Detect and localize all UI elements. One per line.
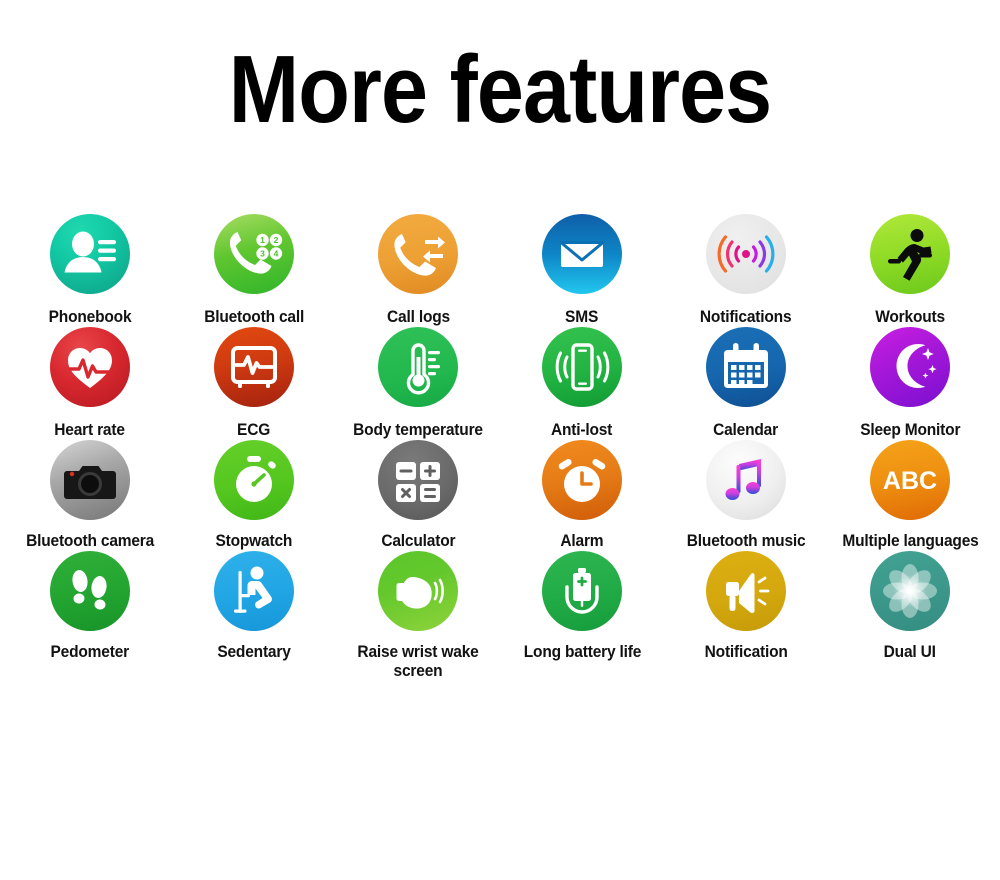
raised-wrist-icon [378,551,458,631]
calculator-keys-icon [378,440,458,520]
feature-item-dual-ui[interactable]: Dual UI [828,551,992,681]
feature-label: Bluetooth camera [25,532,154,550]
feature-item-bluetooth-camera[interactable]: Bluetooth camera [8,440,172,551]
heart-pulse-icon [50,327,130,407]
feature-item-alarm[interactable]: Alarm [500,440,664,551]
feature-item-pedometer[interactable]: Pedometer [8,551,172,681]
abc-label: ABC [883,467,937,495]
feature-label: Stopwatch [215,532,293,550]
keypad-digit-4: 4 [274,249,279,259]
feature-item-sleep-monitor[interactable]: Sleep Monitor [828,327,992,440]
signal-waves-icon [706,214,786,294]
feature-item-sms[interactable]: SMS [500,214,664,327]
footprints-icon [50,551,130,631]
moon-stars-icon [870,327,950,407]
feature-label: Sleep Monitor [859,421,961,439]
feature-item-long-battery-life[interactable]: Long battery life [500,551,664,681]
keypad-digit-2: 2 [274,235,279,245]
music-note-icon [706,440,786,520]
feature-item-calculator[interactable]: Calculator [336,440,500,551]
feature-label: Sedentary [217,643,291,661]
page-title: More features [228,36,772,143]
feature-item-heart-rate[interactable]: Heart rate [8,327,172,440]
feature-label: Bluetooth call [204,308,304,326]
feature-label: Workouts [875,308,945,326]
phone-vibrate-icon [542,327,622,407]
feature-label: Calculator [381,532,455,550]
feature-item-phonebook[interactable]: Phonebook [8,214,172,327]
feature-item-stopwatch[interactable]: Stopwatch [172,440,336,551]
feature-label: Phonebook [48,308,132,326]
ecg-monitor-icon [214,327,294,407]
camera-icon [50,440,130,520]
feature-label: ECG [237,421,271,439]
running-person-icon [870,214,950,294]
stopwatch-icon [214,440,294,520]
phone-exchange-icon [378,214,458,294]
feature-item-workouts[interactable]: Workouts [828,214,992,327]
feature-label: Raise wrist wake screen [357,643,479,680]
feature-label: Dual UI [883,643,937,661]
feature-item-raise-wrist[interactable]: Raise wrist wake screen [336,551,500,681]
seated-person-icon [214,551,294,631]
feature-item-notification[interactable]: Notification [664,551,828,681]
abc-letters-icon: ABC [870,440,950,520]
feature-label: Heart rate [54,421,126,439]
thermometer-icon [378,327,458,407]
feature-item-multiple-languages[interactable]: ABC Multiple languages [828,440,992,551]
feature-item-anti-lost[interactable]: Anti-lost [500,327,664,440]
feature-item-ecg[interactable]: ECG [172,327,336,440]
calendar-icon [706,327,786,407]
feature-item-body-temperature[interactable]: Body temperature [336,327,500,440]
feature-item-sedentary[interactable]: Sedentary [172,551,336,681]
feature-item-notifications[interactable]: Notifications [664,214,828,327]
alarm-clock-icon [542,440,622,520]
phone-keypad-icon: 1 2 3 4 [214,214,294,294]
feature-label: Pedometer [50,643,130,661]
flower-petals-icon [870,551,950,631]
feature-label: Body temperature [353,421,483,439]
feature-label: Notification [704,643,788,661]
feature-label: Anti-lost [551,421,613,439]
feature-item-calendar[interactable]: Calendar [664,327,828,440]
feature-label: Call logs [386,308,450,326]
keypad-digit-3: 3 [260,249,265,259]
feature-item-call-logs[interactable]: Call logs [336,214,500,327]
megaphone-icon [706,551,786,631]
feature-label: SMS [565,308,599,326]
feature-grid: Phonebook 1 2 3 4 Bluetooth call Call lo… [8,214,992,681]
more-features-page: More features Phonebook 1 2 3 4 Bluetoot… [0,0,1000,880]
feature-label: Notifications [700,308,792,326]
feature-label: Multiple languages [841,532,979,550]
battery-charge-icon [542,551,622,631]
feature-item-bluetooth-call[interactable]: 1 2 3 4 Bluetooth call [172,214,336,327]
contact-person-icon [50,214,130,294]
feature-label: Bluetooth music [686,532,806,550]
envelope-icon [542,214,622,294]
feature-label: Long battery life [523,643,641,661]
keypad-digit-1: 1 [260,235,265,245]
feature-label: Alarm [560,532,604,550]
feature-item-bluetooth-music[interactable]: Bluetooth music [664,440,828,551]
feature-label: Calendar [713,421,779,439]
